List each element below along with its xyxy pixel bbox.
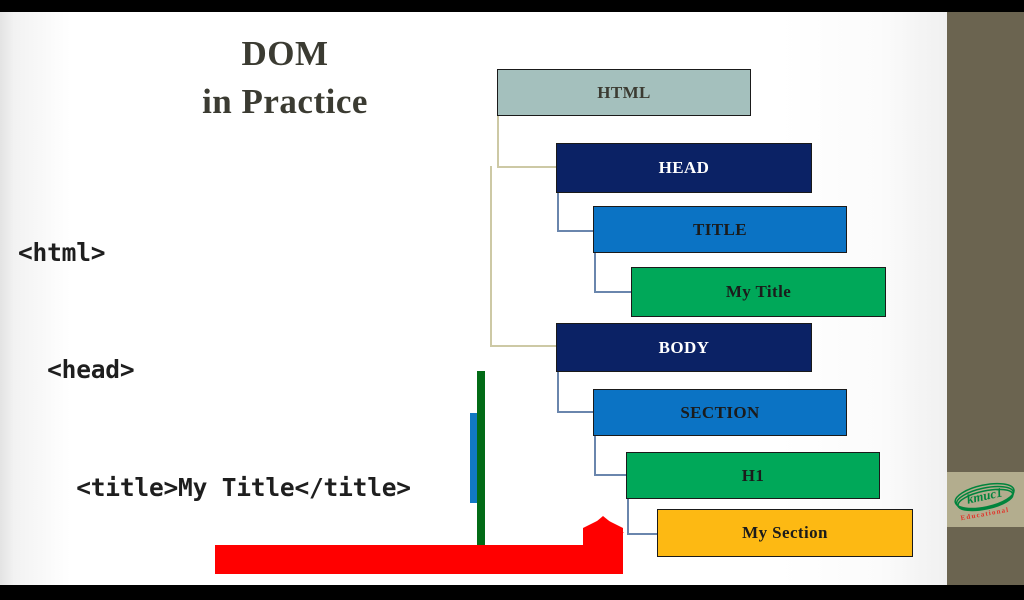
connector-body-section-vertical [557,371,559,413]
connector-section-h1-horizontal [594,474,628,476]
tree-node-head[interactable]: HEAD [556,143,812,193]
connector-head-title-vertical [557,192,559,232]
connector-html-body-vertical [490,166,492,347]
code-line: <html> [18,237,106,267]
slide-content-area: DOM in Practice <html> <head> <title>My … [0,12,947,585]
tree-node-title[interactable]: TITLE [593,206,847,253]
company-logo-icon: kmuc1 Educational [954,482,1015,522]
connector-head-title-horizontal [557,230,595,232]
red-highlight-arrow [215,512,627,579]
tree-node-h1[interactable]: H1 [626,452,880,499]
page-title-line-1: DOM [241,34,329,73]
tree-node-label: BODY [658,337,710,357]
connector-h1-text-horizontal [627,533,659,535]
connector-html-head-horizontal [497,166,557,168]
tree-node-label: TITLE [693,219,747,239]
tree-node-label: HEAD [658,158,710,177]
tree-node-section[interactable]: SECTION [593,389,847,436]
tree-node-my-section[interactable]: My Section [657,509,913,557]
connector-title-text-horizontal [594,291,633,293]
accent-bar-blue [470,413,477,503]
connector-h1-text-vertical [627,498,629,535]
tree-node-my-title[interactable]: My Title [631,267,886,317]
tree-node-label: SECTION [680,402,760,422]
connector-html-body-horizontal [490,345,557,347]
tree-node-label: HTML [597,82,651,102]
code-line: <head> [18,355,135,385]
tree-node-html[interactable]: HTML [497,69,751,116]
connector-section-h1-vertical [594,435,596,476]
tree-node-label: My Section [742,523,828,542]
logo-plate: kmuc1 Educational [947,472,1024,527]
tree-node-label: My Title [725,282,792,301]
code-line: <title>My Title</title> [18,473,411,503]
page-title: DOM in Practice [120,30,450,126]
connector-body-section-horizontal [557,411,595,413]
connector-title-text-vertical [594,252,596,293]
page-title-line-2: in Practice [202,82,368,121]
presentation-slide: DOM in Practice <html> <head> <title>My … [0,0,1024,600]
tree-node-body[interactable]: BODY [556,323,812,372]
tree-node-label: H1 [741,465,765,485]
